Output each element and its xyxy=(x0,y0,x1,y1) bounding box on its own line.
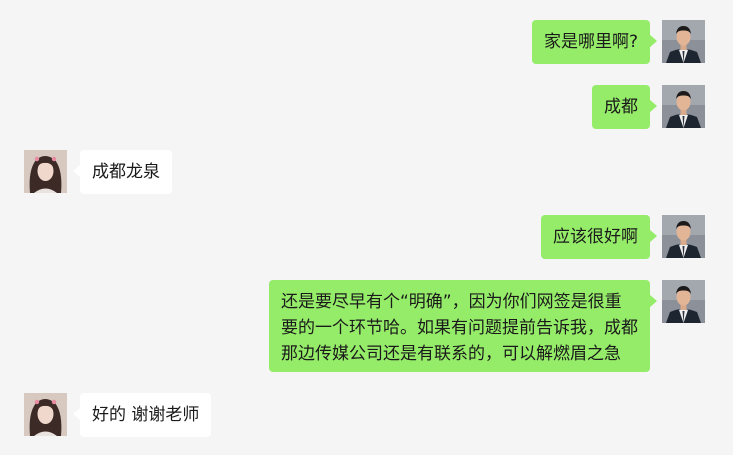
message-bubble[interactable]: 应该很好啊 xyxy=(541,215,657,259)
self-avatar-icon[interactable] xyxy=(662,85,705,128)
message-bubble[interactable]: 家是哪里啊? xyxy=(531,20,658,64)
message-bubble[interactable]: 好的 谢谢老师 xyxy=(72,393,212,437)
other-avatar-icon[interactable] xyxy=(24,150,67,193)
message-bubble[interactable]: 成都龙泉 xyxy=(73,150,172,194)
self-avatar-icon[interactable] xyxy=(662,215,705,258)
other-avatar-icon[interactable] xyxy=(24,393,67,436)
message-bubble[interactable]: 还是要尽早有个“明确”，因为你们网签是很重 要的一个环节哈。如果有问题提前告诉我… xyxy=(269,280,657,372)
self-avatar-icon[interactable] xyxy=(662,280,705,323)
self-avatar-icon[interactable] xyxy=(662,20,705,63)
message-bubble[interactable]: 成都 xyxy=(592,85,657,129)
